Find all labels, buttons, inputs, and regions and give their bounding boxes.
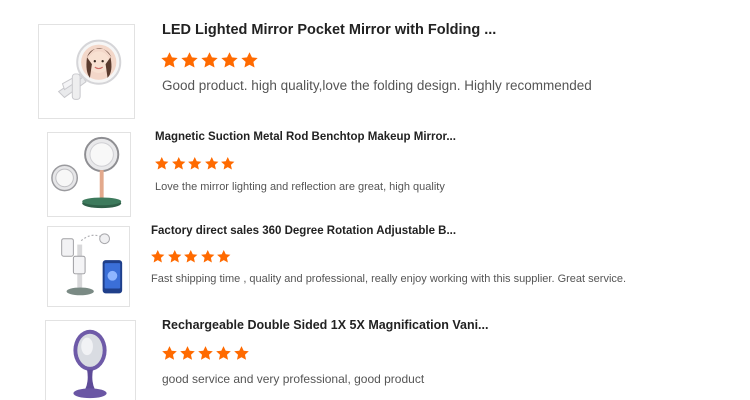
product-title-link[interactable]: LED Lighted Mirror Pocket Mirror with Fo… (162, 22, 496, 38)
review-comment: Love the mirror lighting and reflection … (155, 181, 445, 193)
star-icon (162, 346, 177, 360)
star-icon (180, 346, 195, 360)
star-icon (217, 249, 231, 263)
star-icon (221, 156, 235, 170)
star-icon (167, 249, 181, 263)
rating-stars (150, 249, 232, 265)
review-comment: good service and very professional, good… (162, 372, 425, 386)
star-icon (216, 346, 231, 360)
reviews-list: LED Lighted Mirror Pocket Mirror with Fo… (0, 0, 750, 400)
product-thumbnail[interactable] (47, 226, 130, 307)
product-title-link[interactable]: Magnetic Suction Metal Rod Benchtop Make… (155, 131, 456, 143)
product-title-link[interactable]: Factory direct sales 360 Degree Rotation… (151, 225, 456, 237)
star-icon (155, 156, 169, 170)
star-icon (201, 52, 218, 68)
product-thumbnail[interactable] (45, 320, 136, 400)
star-icon (234, 346, 249, 360)
product-title-link[interactable]: Rechargeable Double Sided 1X 5X Magnific… (162, 318, 488, 332)
review-comment: Good product. high quality,love the fold… (162, 78, 592, 93)
folding-led-pocket-mirror-icon (39, 25, 134, 118)
star-icon (198, 346, 213, 360)
star-icon (161, 52, 178, 68)
rating-stars (154, 156, 236, 172)
star-icon (188, 156, 202, 170)
double-sided-vanity-mirror-icon (46, 321, 135, 400)
star-icon (151, 249, 165, 263)
rotating-mirror-with-phone-icon (48, 227, 129, 306)
star-icon (241, 52, 258, 68)
review-comment: Fast shipping time , quality and profess… (151, 273, 627, 285)
product-thumbnail[interactable] (38, 24, 135, 119)
star-icon (171, 156, 185, 170)
star-icon (181, 52, 198, 68)
benchtop-makeup-mirror-icon (48, 133, 130, 216)
star-icon (204, 156, 218, 170)
rating-stars (160, 51, 259, 70)
star-icon (184, 249, 198, 263)
star-icon (200, 249, 214, 263)
rating-stars (161, 345, 250, 362)
star-icon (221, 52, 238, 68)
product-thumbnail[interactable] (47, 132, 131, 217)
